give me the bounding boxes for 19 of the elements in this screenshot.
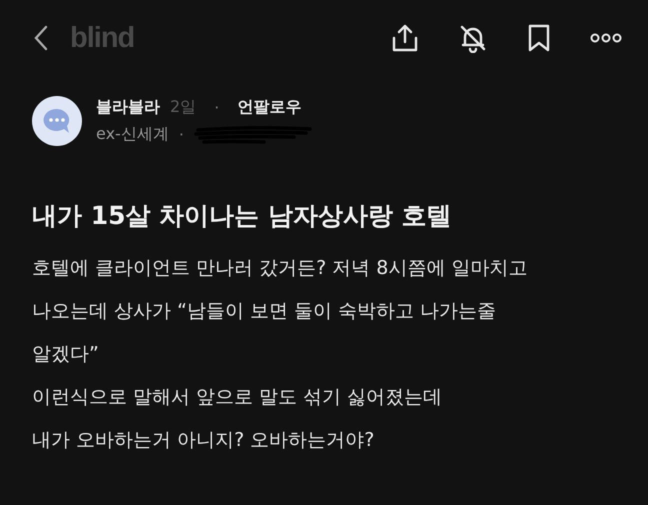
post-title: 내가 15살 차이나는 남자상사랑 호텔 <box>32 200 453 232</box>
back-icon[interactable] <box>34 25 48 51</box>
post-time: 2일 <box>170 96 196 118</box>
author-name: 블라블라 <box>96 96 160 118</box>
post-body-line: 내가 오바하는거 아니지? 오바하는거야? <box>32 428 376 452</box>
app-logo: blind <box>70 22 134 54</box>
post-body-line: 나오는데 상사가 “남들이 보면 둘이 숙박하고 나가는줄 <box>32 298 498 324</box>
post-body-line: 이런식으로 말해서 앞으로 말도 섞기 싫어졌는데 <box>32 384 444 410</box>
post-body-line: 호텔에 클라이언트 만나러 갔거든? 저녁 8시쯤에 일마치고 <box>32 256 528 280</box>
unfollow-button[interactable]: 언팔로우 <box>237 96 302 118</box>
bookmark-icon[interactable] <box>526 23 552 53</box>
post-body-line: 알겠다” <box>32 342 100 366</box>
company-name: ex-신세계 <box>96 124 169 145</box>
separator-dot: · <box>214 98 220 116</box>
share-icon[interactable] <box>390 23 420 53</box>
separator-dot: · <box>178 125 184 144</box>
muted-bell-icon[interactable] <box>458 23 488 53</box>
avatar-icon <box>32 96 82 146</box>
more-icon[interactable] <box>590 33 622 43</box>
